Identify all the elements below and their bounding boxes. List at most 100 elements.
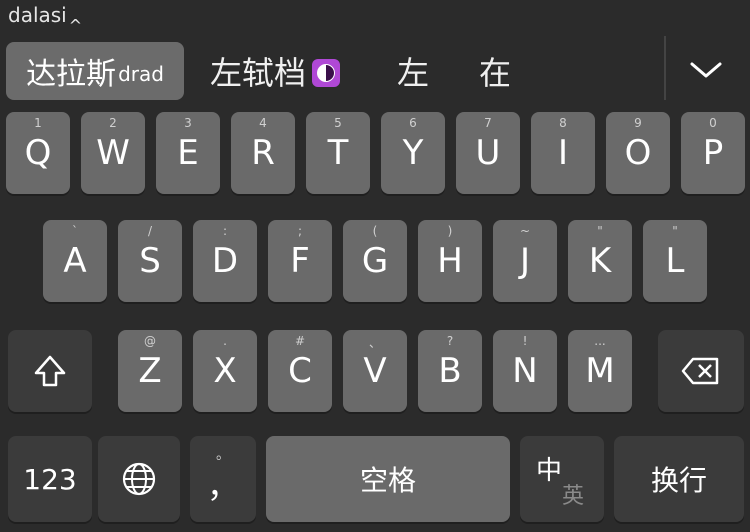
key-a[interactable]: ` A: [43, 220, 107, 302]
key-hint: ;: [297, 224, 303, 238]
key-label: I: [557, 133, 569, 173]
key-hint: 0: [709, 116, 717, 130]
key-g[interactable]: (G: [343, 220, 407, 302]
key-label: K: [588, 241, 612, 281]
key-f[interactable]: ; F: [268, 220, 332, 302]
key-r[interactable]: 4R: [231, 112, 295, 194]
key-label: L: [665, 241, 685, 281]
key-hint: (: [372, 224, 378, 238]
lang-english-label: 英: [562, 484, 585, 509]
language-globe-key[interactable]: [98, 436, 180, 522]
candidate-first-text: 达拉斯: [26, 57, 117, 92]
backspace-icon: [681, 357, 719, 385]
key-label: R: [251, 133, 275, 173]
key-hint: 4: [259, 116, 267, 130]
backspace-key[interactable]: [658, 330, 744, 412]
key-label: V: [363, 351, 387, 391]
key-n[interactable]: ! N: [493, 330, 557, 412]
key-label: T: [327, 133, 349, 173]
key-z[interactable]: @ Z: [118, 330, 182, 412]
key-label: B: [438, 351, 462, 391]
key-u[interactable]: 7U: [456, 112, 520, 194]
key-label: S: [139, 241, 161, 281]
candidate-3-text: 左: [397, 54, 430, 92]
key-label: Y: [402, 133, 424, 173]
candidate-divider: [664, 36, 666, 100]
key-t[interactable]: 5T: [306, 112, 370, 194]
globe-icon: [122, 462, 156, 496]
key-hint: 5: [334, 116, 342, 130]
key-c[interactable]: # C: [268, 330, 332, 412]
key-label: U: [475, 133, 501, 173]
enter-key-label: 换行: [650, 464, 707, 497]
key-label: Z: [138, 351, 162, 391]
space-key[interactable]: 空格: [266, 436, 510, 522]
numbers-key[interactable]: 123: [8, 436, 92, 522]
key-hint: 6: [409, 116, 417, 130]
key-hint: `: [72, 224, 78, 238]
space-key-label: 空格: [359, 464, 416, 497]
expand-candidates-button[interactable]: [684, 48, 728, 92]
key-w[interactable]: 2W: [81, 112, 145, 194]
key-hint: 、: [368, 336, 381, 350]
key-label: J: [519, 241, 531, 281]
numbers-key-label: 123: [23, 462, 77, 496]
key-y[interactable]: 6Y: [381, 112, 445, 194]
yin-yang-icon: [312, 59, 341, 87]
key-hint: 9: [634, 116, 642, 130]
key-v[interactable]: 、 V: [343, 330, 407, 412]
candidate-bar: 达拉斯 drad 左轼档 左 在: [0, 34, 750, 104]
key-o[interactable]: 9O: [606, 112, 670, 194]
key-p[interactable]: 0P: [681, 112, 745, 194]
key-m[interactable]: ... M: [568, 330, 632, 412]
key-hint: 8: [559, 116, 567, 130]
key-label: X: [213, 351, 237, 391]
key-x[interactable]: .X: [193, 330, 257, 412]
key-hint: /: [147, 224, 153, 238]
key-hint: 2: [109, 116, 117, 130]
key-b[interactable]: ? B: [418, 330, 482, 412]
candidate-first-code: drad: [118, 62, 164, 86]
candidate-4[interactable]: 在: [479, 48, 511, 98]
key-s[interactable]: / S: [118, 220, 182, 302]
key-k[interactable]: " K: [568, 220, 632, 302]
key-label: N: [512, 351, 538, 391]
key-label: H: [437, 241, 463, 281]
key-j[interactable]: ~ J: [493, 220, 557, 302]
key-hint: !: [522, 334, 528, 348]
key-hint: 1: [34, 116, 42, 130]
chinese-english-toggle-key[interactable]: 中 英: [520, 436, 604, 522]
comma-key[interactable]: 。 ，: [190, 436, 256, 522]
shift-key[interactable]: [8, 330, 92, 412]
candidate-3[interactable]: 左: [397, 48, 429, 98]
key-label: F: [290, 241, 310, 281]
key-label: E: [177, 133, 199, 173]
key-q[interactable]: 1Q: [6, 112, 70, 194]
candidate-2[interactable]: 左轼档: [210, 48, 341, 98]
key-l[interactable]: " L: [643, 220, 707, 302]
key-label: C: [288, 351, 312, 391]
key-hint: 7: [484, 116, 492, 130]
key-h[interactable]: ) H: [418, 220, 482, 302]
shift-arrow-icon: [34, 355, 66, 387]
candidate-first[interactable]: 达拉斯 drad: [6, 42, 184, 100]
key-e[interactable]: 3E: [156, 112, 220, 194]
key-i[interactable]: 8I: [531, 112, 595, 194]
key-hint: 3: [184, 116, 192, 130]
composing-text: dalasi ^: [8, 3, 82, 35]
candidate-4-text: 在: [479, 54, 512, 92]
lang-chinese-label: 中: [536, 456, 563, 486]
key-hint: ~: [519, 224, 531, 238]
key-label: O: [624, 133, 652, 173]
comma-key-hint: 。: [216, 447, 230, 463]
composing-pinyin: dalasi: [8, 3, 67, 27]
enter-key[interactable]: 换行: [614, 436, 744, 522]
key-d[interactable]: :D: [193, 220, 257, 302]
key-label: A: [63, 241, 87, 281]
key-label: M: [585, 351, 615, 391]
key-hint: ": [597, 224, 603, 238]
key-hint: ": [672, 224, 678, 238]
key-label: G: [361, 241, 389, 281]
key-label: W: [96, 133, 130, 173]
chevron-down-icon: [690, 62, 722, 78]
